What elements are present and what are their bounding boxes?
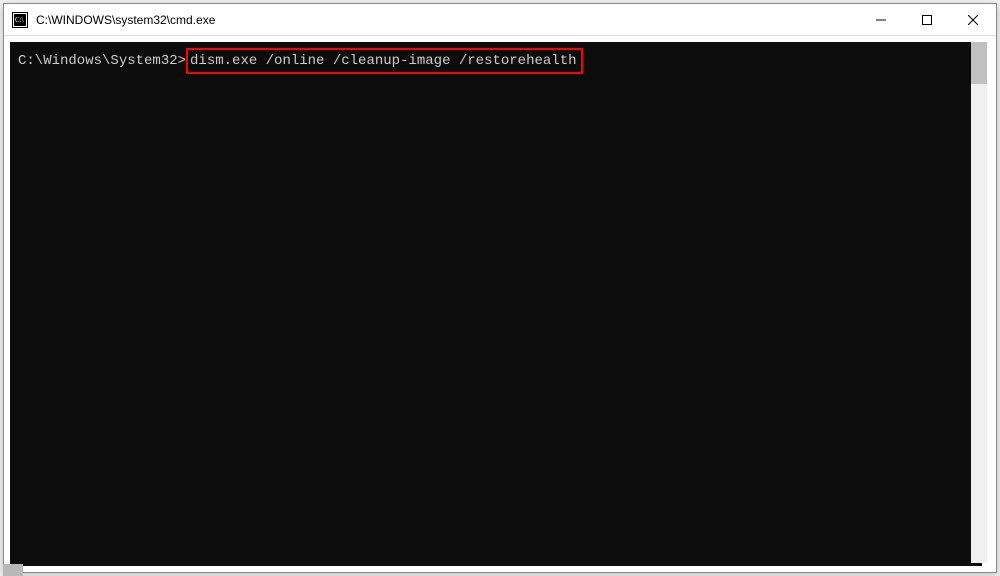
maximize-icon bbox=[922, 15, 932, 25]
client-area: C:\Windows\System32>dism.exe /online /cl… bbox=[4, 36, 996, 572]
terminal[interactable]: C:\Windows\System32>dism.exe /online /cl… bbox=[10, 42, 982, 566]
window-controls bbox=[858, 4, 996, 35]
window-title: C:\WINDOWS\system32\cmd.exe bbox=[36, 13, 858, 27]
minimize-icon bbox=[876, 15, 886, 25]
close-icon bbox=[968, 15, 978, 25]
svg-text:C:\: C:\ bbox=[15, 16, 24, 24]
minimize-button[interactable] bbox=[858, 4, 904, 36]
cmd-window: C:\ C:\WINDOWS\system32\cmd.exe bbox=[3, 3, 997, 573]
close-button[interactable] bbox=[950, 4, 996, 36]
titlebar[interactable]: C:\ C:\WINDOWS\system32\cmd.exe bbox=[4, 4, 996, 36]
horizontal-scrollbar-thumb[interactable] bbox=[3, 564, 23, 576]
vertical-scrollbar-thumb[interactable] bbox=[971, 42, 987, 84]
maximize-button[interactable] bbox=[904, 4, 950, 36]
cmd-icon: C:\ bbox=[12, 12, 28, 28]
command-line: C:\Windows\System32>dism.exe /online /cl… bbox=[18, 48, 974, 74]
prompt: C:\Windows\System32> bbox=[18, 53, 186, 69]
command-text: dism.exe /online /cleanup-image /restore… bbox=[186, 48, 582, 74]
vertical-scrollbar[interactable] bbox=[971, 42, 987, 563]
